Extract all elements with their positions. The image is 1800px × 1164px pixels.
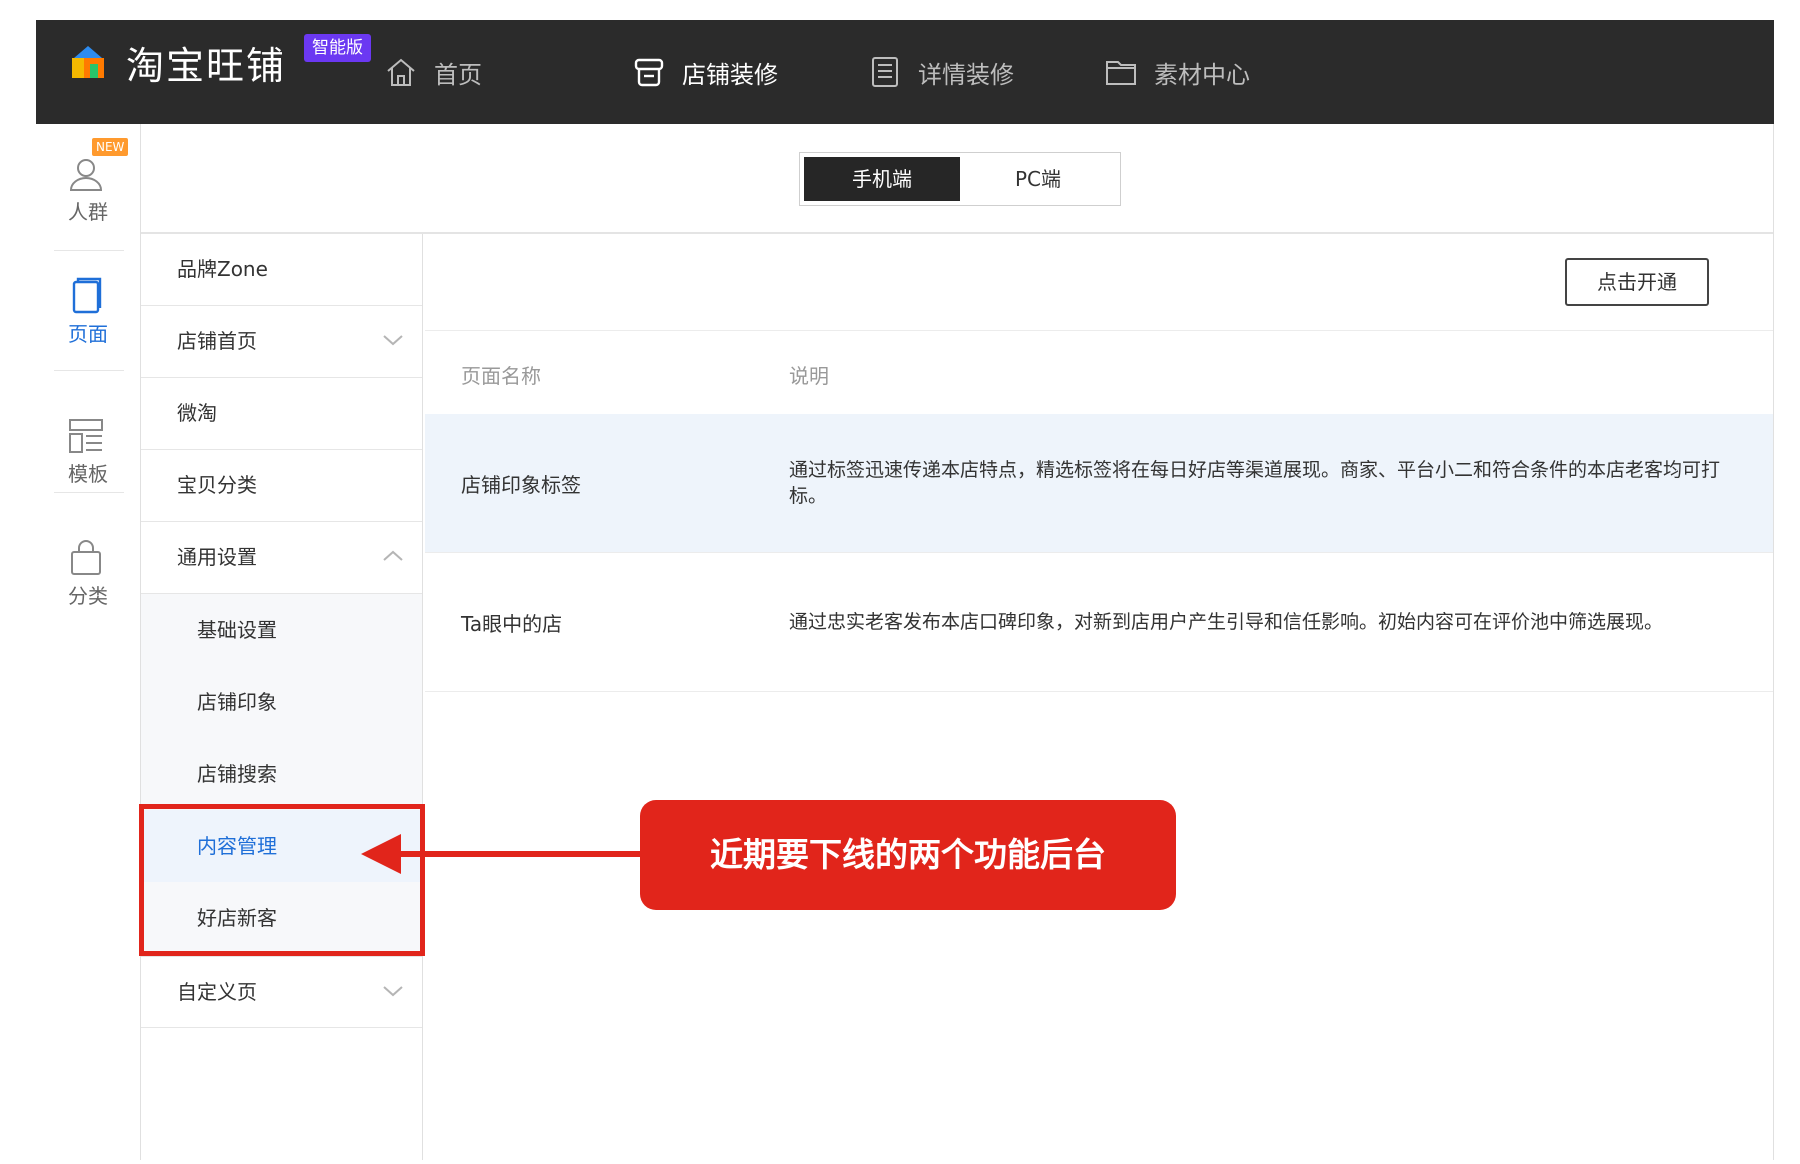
rail-item-audience[interactable]: NEW 人群 — [36, 124, 140, 244]
nav-home[interactable]: 首页 — [384, 50, 482, 94]
table-row[interactable]: Ta眼中的店 通过忠实老客发布本店口碑印象，对新到店用户产生引导和信任影响。初始… — [425, 553, 1773, 691]
menu-item-custom-pages[interactable]: 自定义页 — [141, 956, 422, 1028]
user-icon — [69, 159, 103, 191]
menu-item-label: 自定义页 — [177, 980, 257, 1004]
nav-detail-decoration[interactable]: 详情装修 — [868, 50, 1014, 94]
nav-material-center-label: 素材中心 — [1154, 60, 1250, 89]
submenu-item-store-search[interactable]: 店铺搜索 — [141, 738, 422, 810]
document-list-icon — [872, 57, 898, 87]
device-tabs-bar: 手机端 PC端 — [141, 124, 1773, 234]
row-description: 通过忠实老客发布本店口碑印象，对新到店用户产生引导和信任影响。初始内容可在评价池… — [789, 611, 1664, 633]
rail-item-pages-label: 页面 — [68, 322, 108, 346]
device-segmented-control: 手机端 PC端 — [799, 152, 1121, 206]
menu-item-label: 微淘 — [177, 401, 217, 425]
divider — [425, 330, 1773, 331]
rail-item-templates[interactable]: 模板 — [36, 386, 140, 506]
submenu-item-good-store-new-customers[interactable]: 好店新客 — [141, 882, 422, 954]
content-area: 手机端 PC端 品牌Zone 店铺首页 微淘 宝贝分类 通用设置 基础设置 店铺… — [139, 124, 1774, 1160]
chevron-down-icon — [383, 986, 403, 997]
app-frame: 淘宝旺铺 智能版 首页 店铺装修 详情装修 素材中心 NEW 人群 页面 模板 … — [36, 20, 1774, 1160]
submenu-item-label: 店铺印象 — [197, 690, 277, 714]
rail-divider — [54, 370, 124, 371]
home-icon — [387, 58, 415, 86]
nav-home-label: 首页 — [434, 60, 482, 89]
annotation-callout: 近期要下线的两个功能后台 — [640, 800, 1176, 910]
chevron-up-icon — [383, 550, 403, 561]
nav-detail-decoration-label: 详情装修 — [918, 60, 1014, 89]
page-icon — [72, 277, 102, 314]
column-header-page-name: 页面名称 — [461, 364, 541, 388]
menu-item-label: 品牌Zone — [177, 257, 268, 281]
nav-material-center[interactable]: 素材中心 — [1104, 50, 1250, 94]
nav-store-decoration[interactable]: 店铺装修 — [632, 50, 778, 94]
menu-item-general-settings[interactable]: 通用设置 — [141, 522, 422, 594]
edition-badge: 智能版 — [304, 34, 371, 62]
icon-rail: NEW 人群 页面 模板 分类 — [36, 124, 140, 1160]
menu-item-store-home[interactable]: 店铺首页 — [141, 306, 422, 378]
template-icon — [69, 419, 103, 453]
submenu-item-label: 内容管理 — [197, 834, 277, 858]
nav-store-decoration-label: 店铺装修 — [682, 60, 778, 89]
general-settings-submenu: 基础设置 店铺印象 店铺搜索 内容管理 好店新客 — [141, 594, 422, 956]
taobao-store-logo-icon — [72, 46, 104, 78]
chevron-down-icon — [383, 335, 403, 346]
row-page-name: Ta眼中的店 — [461, 611, 563, 636]
row-page-name: 店铺印象标签 — [461, 472, 581, 497]
menu-item-label: 通用设置 — [177, 545, 257, 569]
activate-button[interactable]: 点击开通 — [1565, 258, 1709, 306]
menu-item-weitao[interactable]: 微淘 — [141, 378, 422, 450]
divider — [425, 691, 1773, 692]
column-header-description: 说明 — [789, 364, 829, 388]
menu-item-label: 店铺首页 — [177, 329, 257, 353]
rail-item-pages[interactable]: 页面 — [36, 246, 140, 366]
top-navigation-bar: 淘宝旺铺 智能版 首页 店铺装修 详情装修 素材中心 — [36, 20, 1774, 124]
menu-item-label: 宝贝分类 — [177, 473, 257, 497]
bag-icon — [71, 540, 101, 575]
brand-name: 淘宝旺铺 — [126, 44, 287, 88]
rail-item-audience-label: 人群 — [68, 200, 108, 224]
submenu-item-store-impression[interactable]: 店铺印象 — [141, 666, 422, 738]
submenu-item-label: 好店新客 — [197, 906, 277, 930]
content-management-panel: 点击开通 页面名称 说明 店铺印象标签 通过标签迅速传递本店特点，精选标签将在每… — [425, 234, 1773, 1160]
tab-pc[interactable]: PC端 — [960, 157, 1116, 201]
rail-divider — [54, 492, 124, 493]
rail-item-categories-label: 分类 — [68, 584, 108, 608]
row-description: 通过标签迅速传递本店特点，精选标签将在每日好店等渠道展现。商家、平台小二和符合条… — [789, 459, 1721, 507]
rail-item-categories[interactable]: 分类 — [36, 508, 140, 628]
rail-item-templates-label: 模板 — [68, 462, 108, 486]
submenu-item-label: 店铺搜索 — [197, 762, 277, 786]
store-icon — [634, 58, 664, 87]
annotation-arrow-icon — [361, 834, 649, 874]
menu-item-brand-zone[interactable]: 品牌Zone — [141, 234, 422, 306]
menu-item-item-categories[interactable]: 宝贝分类 — [141, 450, 422, 522]
page-menu: 品牌Zone 店铺首页 微淘 宝贝分类 通用设置 基础设置 店铺印象 店铺搜索 … — [139, 234, 425, 1160]
table-row[interactable]: 店铺印象标签 通过标签迅速传递本店特点，精选标签将在每日好店等渠道展现。商家、平… — [425, 414, 1773, 552]
folder-icon — [1106, 61, 1136, 85]
submenu-item-label: 基础设置 — [197, 618, 277, 642]
submenu-item-basic-settings[interactable]: 基础设置 — [141, 594, 422, 666]
tab-mobile[interactable]: 手机端 — [804, 157, 960, 201]
